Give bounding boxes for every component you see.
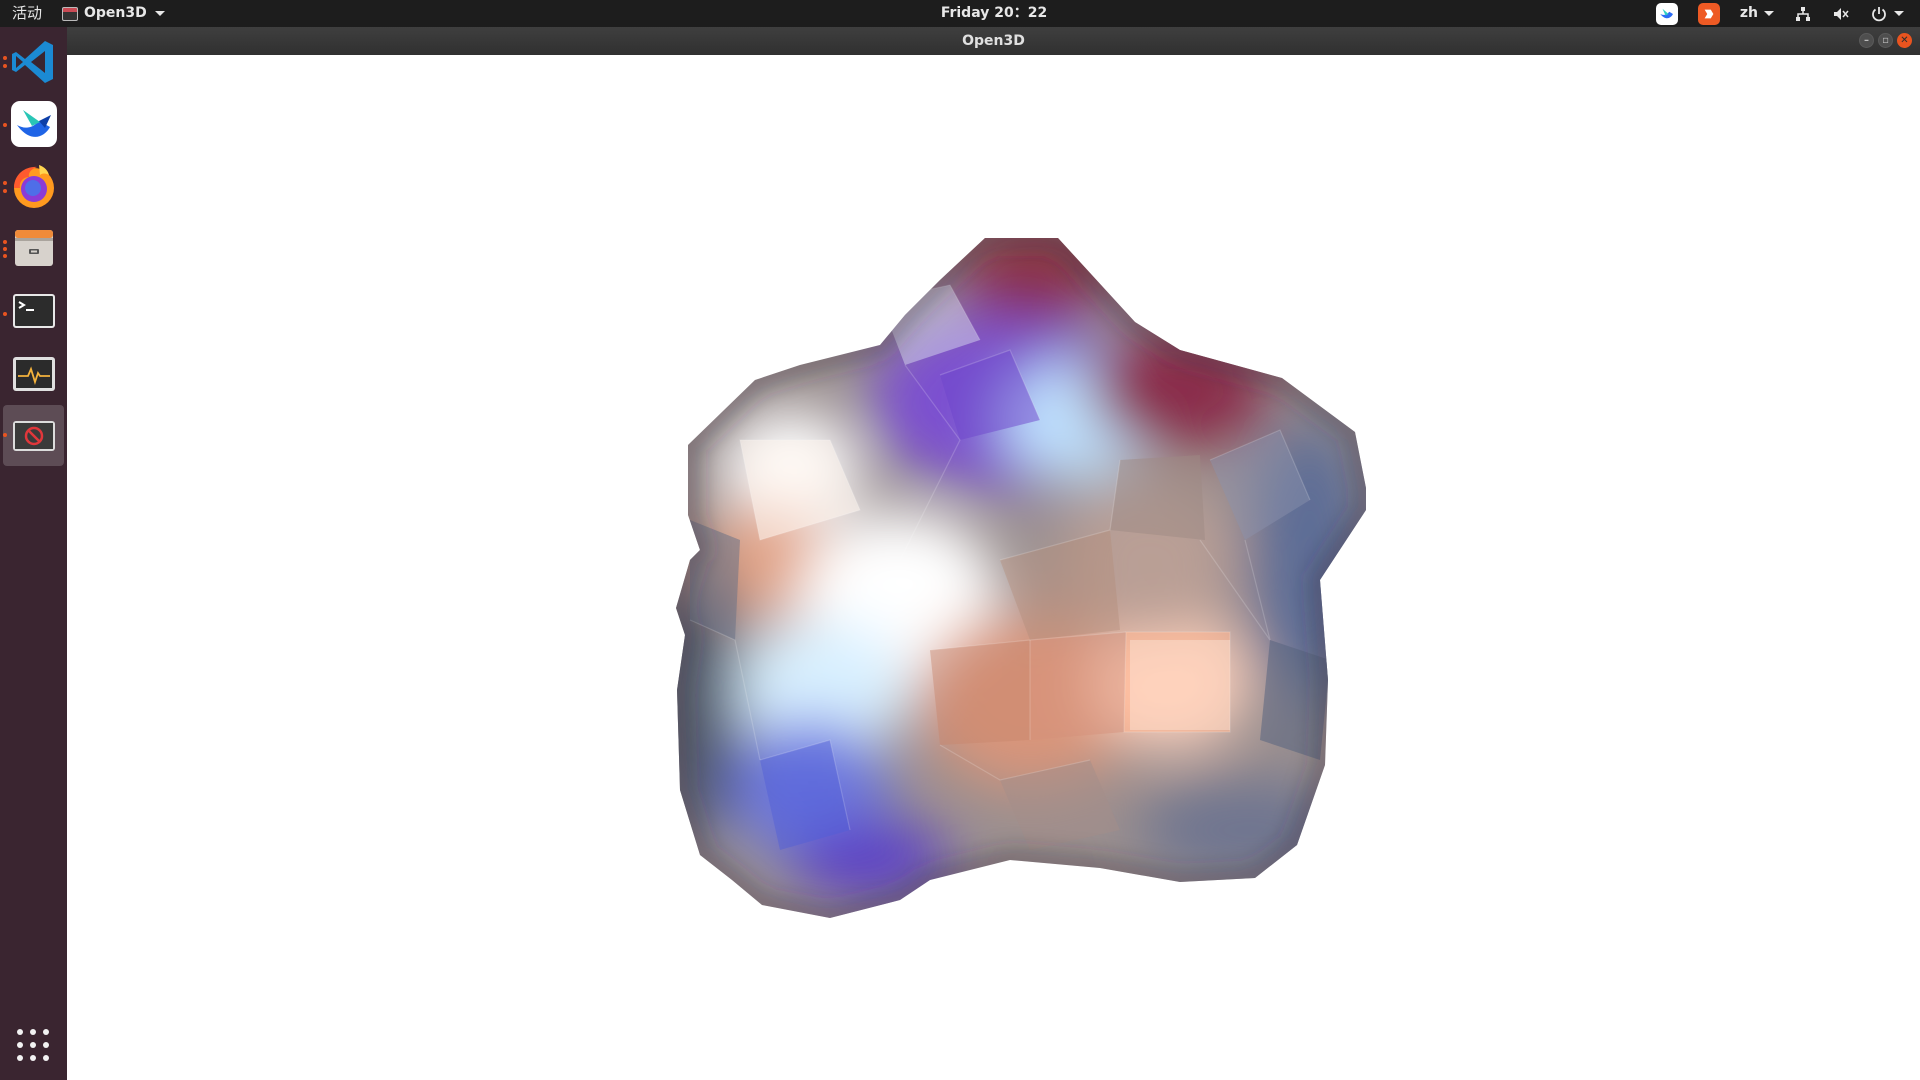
dock [0,27,67,1080]
network-icon[interactable] [1794,5,1812,23]
window-title: Open3D [962,33,1025,49]
running-indicator [3,312,7,316]
open3d-viewport[interactable] [67,55,1920,1080]
mesh-surface [676,238,1366,918]
volume-muted-icon[interactable] [1832,5,1850,23]
open3d-app-icon [12,420,55,451]
running-indicator [3,64,7,68]
close-button[interactable]: ✕ [1897,33,1912,48]
maximize-button[interactable]: ▫ [1878,33,1893,48]
running-indicator [3,123,7,127]
dock-item-lark[interactable] [3,93,64,154]
dock-item-system-monitor[interactable] [3,343,64,404]
lark-icon [10,100,57,147]
mesh-render [676,238,1366,918]
window-controls: – ▫ ✕ [1859,33,1912,48]
system-monitor-icon [12,356,55,391]
running-indicator [3,254,7,258]
clock[interactable]: Friday 20：22 [0,0,1920,27]
language-indicator[interactable]: zh [1740,0,1774,27]
files-icon [14,229,53,266]
language-label: zh [1739,5,1758,21]
running-indicator [3,433,7,437]
running-indicator [3,56,7,60]
terminal-icon [12,293,55,328]
vscode-icon [11,40,53,83]
power-icon [1872,6,1886,21]
chevron-down-icon [1764,11,1774,16]
power-menu[interactable] [1870,5,1904,23]
dock-item-vscode[interactable] [3,31,64,92]
minimize-button[interactable]: – [1859,33,1874,48]
running-indicator [3,181,7,185]
top-bar: 活动 Open3D Friday 20：22 zh [0,0,1920,27]
running-indicator [3,240,7,244]
dock-item-terminal[interactable] [3,280,64,341]
firefox-icon [13,164,54,208]
window-titlebar[interactable]: Open3D – ▫ ✕ [67,27,1920,55]
dock-item-files[interactable] [3,217,64,278]
system-tray: zh [1655,0,1904,27]
dock-item-firefox[interactable] [3,155,64,216]
chevron-down-icon [1894,11,1904,16]
dock-item-open3d[interactable] [3,405,64,466]
running-indicator [3,189,7,193]
running-indicator [3,247,7,251]
bird-app-icon[interactable] [1655,2,1678,25]
wps-icon[interactable] [1697,2,1720,25]
app-grid-icon[interactable] [16,1028,50,1062]
